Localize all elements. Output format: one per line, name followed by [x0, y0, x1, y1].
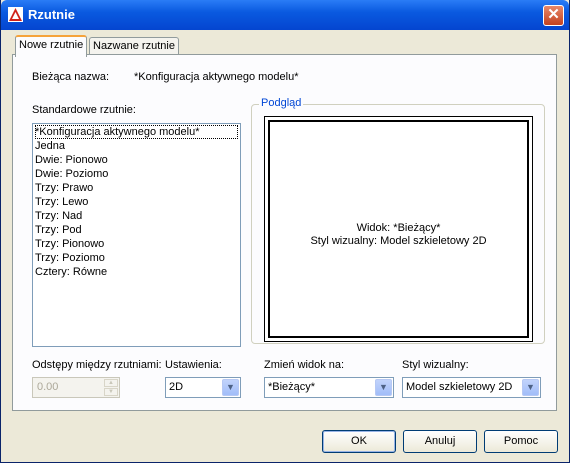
list-item[interactable]: Dwie: Poziomo — [35, 167, 238, 181]
list-item[interactable]: Trzy: Nad — [35, 209, 238, 223]
chevron-down-icon[interactable]: ▼ — [375, 379, 392, 396]
preview-style-text: Styl wizualny: Model szkieletowy 2D — [310, 235, 487, 247]
change-view-label: Zmień widok na: — [264, 359, 345, 371]
list-item[interactable]: Trzy: Pod — [35, 223, 238, 237]
list-item[interactable]: Jedna — [35, 139, 238, 153]
chevron-down-icon[interactable]: ▼ — [522, 379, 539, 396]
current-name-label: Bieżąca nazwa: — [32, 71, 110, 83]
current-name-value: *Konfiguracja aktywnego modelu* — [134, 71, 299, 83]
spacing-value: 0.00 — [37, 381, 59, 393]
dialog-window: Rzutnie ✕ Nowe rzutnie Nazwane rzutnie B… — [0, 0, 570, 463]
chevron-down-icon[interactable]: ▼ — [104, 388, 118, 396]
list-item[interactable]: Dwie: Pionowo — [35, 153, 238, 167]
list-item[interactable]: *Konfiguracja aktywnego modelu* — [35, 125, 238, 139]
app-icon — [8, 7, 23, 22]
spacing-label: Odstępy między rzutniami: — [32, 359, 162, 371]
window-title: Rzutnie — [28, 7, 75, 22]
ok-button[interactable]: OK — [322, 430, 396, 453]
preview-box: Widok: *Bieżący* Styl wizualny: Model sz… — [264, 116, 533, 342]
chevron-down-icon[interactable]: ▼ — [222, 379, 239, 396]
visual-style-select[interactable]: Model szkieletowy 2D ▼ — [402, 377, 541, 398]
list-item[interactable]: Trzy: Prawo — [35, 181, 238, 195]
tab-new-viewports[interactable]: Nowe rzutnie — [15, 35, 88, 57]
setup-select[interactable]: 2D ▼ — [165, 377, 241, 398]
standard-viewports-list[interactable]: *Konfiguracja aktywnego modelu* Jedna Dw… — [32, 123, 241, 347]
tab-named-viewports[interactable]: Nazwane rzutnie — [89, 37, 179, 55]
list-item[interactable]: Trzy: Pionowo — [35, 237, 238, 251]
preview-group-label: Podgląd — [259, 97, 304, 109]
standard-viewports-label: Standardowe rzutnie: — [32, 104, 136, 116]
close-button[interactable]: ✕ — [543, 5, 564, 26]
viewport-frame: Widok: *Bieżący* Styl wizualny: Model sz… — [268, 120, 529, 338]
spacing-stepper[interactable]: 0.00 ▲ ▼ — [32, 377, 120, 398]
close-icon: ✕ — [547, 6, 560, 23]
change-view-value: *Bieżący* — [268, 381, 316, 393]
chevron-up-icon[interactable]: ▲ — [104, 379, 118, 387]
list-item[interactable]: Trzy: Poziomo — [35, 251, 238, 265]
cancel-button[interactable]: Anuluj — [403, 430, 477, 453]
setup-label: Ustawienia: — [165, 359, 222, 371]
preview-view-text: Widok: *Bieżący* — [356, 222, 441, 234]
help-button[interactable]: Pomoc — [484, 430, 558, 453]
setup-value: 2D — [169, 381, 184, 393]
visual-style-label: Styl wizualny: — [402, 359, 469, 371]
title-bar[interactable]: Rzutnie ✕ — [1, 0, 569, 30]
change-view-select[interactable]: *Bieżący* ▼ — [264, 377, 394, 398]
visual-style-value: Model szkieletowy 2D — [406, 381, 513, 393]
list-item[interactable]: Cztery: Równe — [35, 265, 238, 279]
list-item[interactable]: Trzy: Lewo — [35, 195, 238, 209]
